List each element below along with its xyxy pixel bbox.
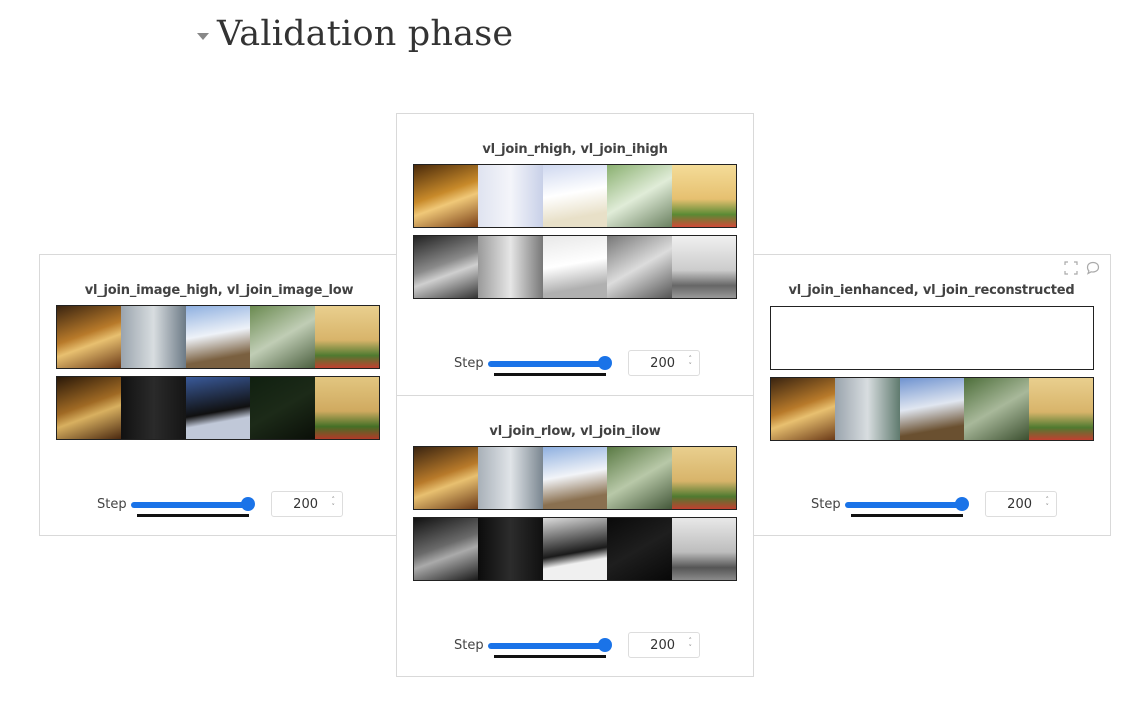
slider-thumb[interactable]: [955, 497, 969, 511]
panel-enhanced-reconstructed: vl_join_ienhanced, vl_join_reconstructed…: [752, 254, 1111, 536]
step-label: Step: [454, 356, 484, 371]
panel-title: vl_join_ienhanced, vl_join_reconstructed: [788, 283, 1075, 298]
slider-thumb[interactable]: [598, 356, 612, 370]
spinner-icon[interactable]: ˄ ˅: [332, 497, 336, 511]
step-value: 200: [293, 496, 318, 512]
panel-rhigh-ihigh: vl_join_rhigh, vl_join_ihigh Step 200 ˄ ˅: [396, 113, 754, 396]
spinner-icon[interactable]: ˄ ˅: [1046, 497, 1050, 511]
fullscreen-icon[interactable]: [1064, 261, 1078, 275]
slider-thumb[interactable]: [598, 638, 612, 652]
step-slider[interactable]: [488, 638, 612, 658]
section-header[interactable]: Validation phase: [197, 14, 513, 54]
image-strip-ihigh[interactable]: [413, 235, 737, 299]
image-strip-ilow[interactable]: [413, 517, 737, 581]
step-label: Step: [97, 497, 127, 512]
step-value: 200: [650, 355, 675, 371]
step-input[interactable]: 200 ˄ ˅: [628, 632, 700, 658]
step-input[interactable]: 200 ˄ ˅: [628, 350, 700, 376]
image-strip-reconstructed[interactable]: [770, 377, 1094, 441]
panel-image-high-low: vl_join_image_high, vl_join_image_low St…: [39, 254, 399, 536]
image-strip-rlow[interactable]: [413, 446, 737, 510]
step-slider[interactable]: [488, 356, 612, 376]
step-slider[interactable]: [845, 497, 969, 517]
step-value: 200: [650, 637, 675, 653]
image-strip-high[interactable]: [56, 305, 380, 369]
caret-down-icon[interactable]: [197, 32, 209, 40]
step-label: Step: [454, 638, 484, 653]
panel-title: vl_join_rlow, vl_join_ilow: [489, 424, 661, 439]
step-label: Step: [811, 497, 841, 512]
panel-rlow-ilow: vl_join_rlow, vl_join_ilow Step 200 ˄ ˅: [396, 395, 754, 677]
image-strip-enhanced[interactable]: [770, 306, 1094, 370]
panel-title: vl_join_image_high, vl_join_image_low: [84, 283, 354, 298]
panel-title: vl_join_rhigh, vl_join_ihigh: [482, 142, 668, 157]
section-title: Validation phase: [217, 14, 514, 54]
spinner-icon[interactable]: ˄ ˅: [689, 356, 693, 370]
step-input[interactable]: 200 ˄ ˅: [985, 491, 1057, 517]
step-input[interactable]: 200 ˄ ˅: [271, 491, 343, 517]
comment-icon[interactable]: [1086, 261, 1100, 275]
slider-thumb[interactable]: [241, 497, 255, 511]
step-slider[interactable]: [131, 497, 255, 517]
spinner-icon[interactable]: ˄ ˅: [689, 638, 693, 652]
step-value: 200: [1007, 496, 1032, 512]
image-strip-rhigh[interactable]: [413, 164, 737, 228]
image-strip-low[interactable]: [56, 376, 380, 440]
